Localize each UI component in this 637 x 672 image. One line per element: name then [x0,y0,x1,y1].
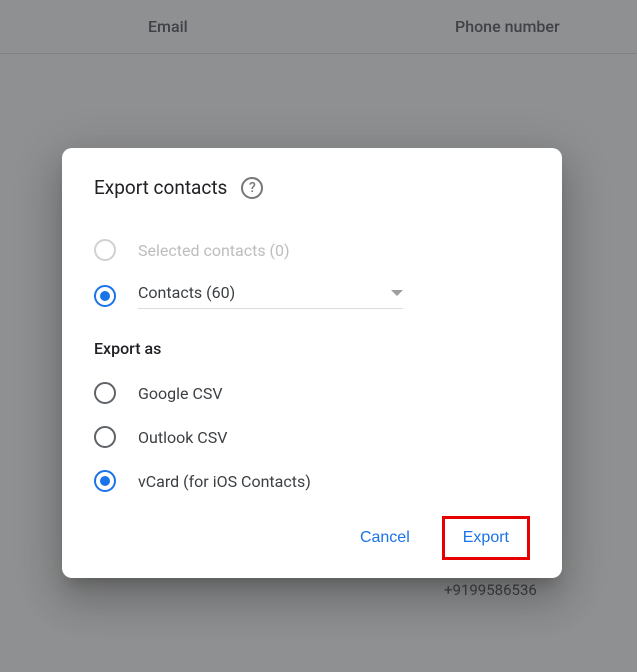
dialog-actions: Cancel Export [94,516,530,560]
contacts-dropdown[interactable]: Contacts (60) [138,283,403,309]
radio-contacts-group[interactable] [94,285,116,307]
dialog-title: Export contacts [94,176,227,199]
radio-outlook-csv[interactable] [94,426,116,448]
cancel-button[interactable]: Cancel [346,519,424,557]
contacts-dropdown-value: Contacts (60) [138,283,235,302]
export-button-highlight: Export [442,516,530,560]
google-csv-label: Google CSV [138,384,223,403]
radio-google-csv[interactable] [94,382,116,404]
radio-vcard[interactable] [94,470,116,492]
export-as-header: Export as [94,339,530,358]
option-vcard[interactable]: vCard (for iOS Contacts) [94,470,530,492]
export-button[interactable]: Export [445,519,527,557]
export-contacts-dialog: Export contacts ? Selected contacts (0) … [62,148,562,578]
radio-selected-contacts [94,239,116,261]
chevron-down-icon [391,290,403,296]
option-selected-contacts: Selected contacts (0) [94,239,530,261]
selected-contacts-label: Selected contacts (0) [138,241,290,260]
vcard-label: vCard (for iOS Contacts) [138,472,311,491]
help-icon[interactable]: ? [241,177,263,199]
outlook-csv-label: Outlook CSV [138,428,227,447]
option-google-csv[interactable]: Google CSV [94,382,530,404]
option-contacts-group[interactable]: Contacts (60) [94,283,530,309]
option-outlook-csv[interactable]: Outlook CSV [94,426,530,448]
